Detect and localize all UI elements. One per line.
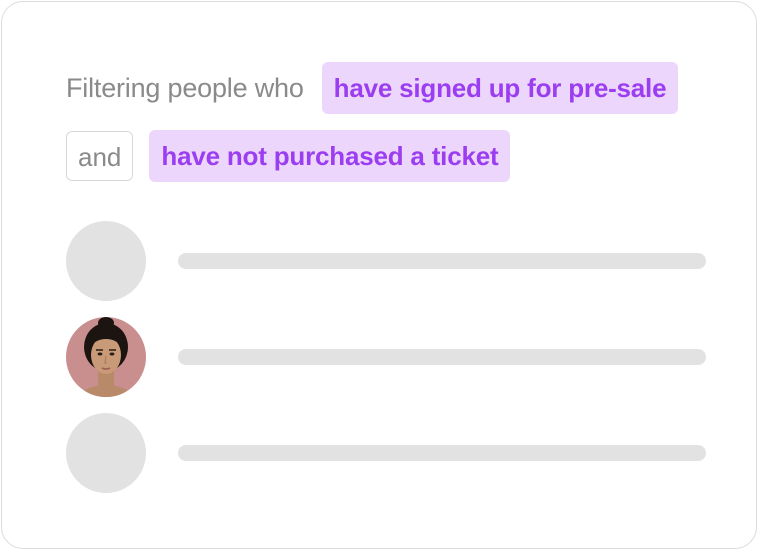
text-placeholder-bar — [178, 349, 706, 365]
list-item — [66, 317, 706, 397]
text-placeholder-bar — [178, 253, 706, 269]
filter-condition-not-purchased-chip[interactable]: have not purchased a ticket — [149, 130, 511, 182]
avatar-placeholder — [66, 413, 146, 493]
filter-condition-signed-up-chip[interactable]: have signed up for pre-sale — [321, 62, 679, 114]
filter-card: Filtering people who have signed up for … — [1, 1, 757, 549]
filter-sentence-line-1: Filtering people who have signed up for … — [66, 62, 679, 114]
avatar-placeholder — [66, 221, 146, 301]
list-item — [66, 221, 706, 301]
filter-sentence-line-2: and have not purchased a ticket — [66, 130, 511, 182]
filter-lead-text: Filtering people who — [66, 72, 304, 103]
avatar-photo — [66, 317, 146, 397]
conjunction-toggle[interactable]: and — [66, 131, 134, 181]
text-placeholder-bar — [178, 445, 706, 461]
person-portrait-icon — [66, 317, 146, 397]
list-item — [66, 413, 706, 493]
